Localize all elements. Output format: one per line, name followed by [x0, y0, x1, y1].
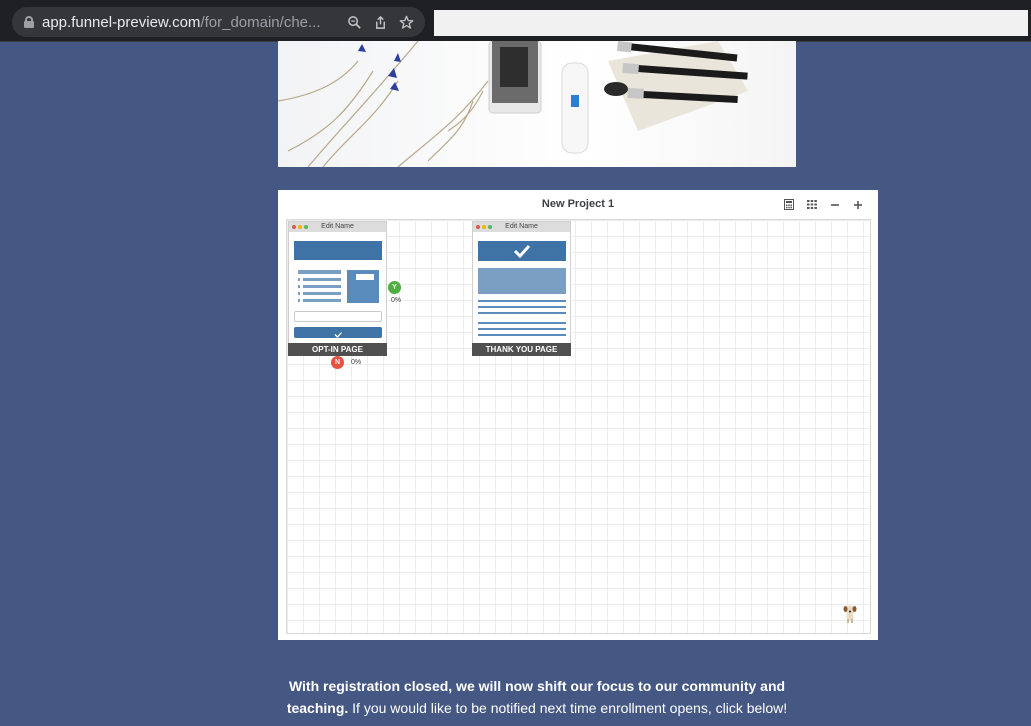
zoom-in-icon[interactable] [850, 198, 866, 211]
extensions-area [434, 10, 1028, 36]
node-header: Edit Name [473, 222, 570, 232]
url-path: /for_domain/che... [200, 13, 321, 31]
edit-name-label[interactable]: Edit Name [289, 222, 386, 232]
bookmark-star-icon[interactable] [393, 10, 419, 34]
edit-name-label[interactable]: Edit Name [473, 222, 570, 232]
funnel-node-optin[interactable]: Edit Name OPT-IN PAGE [288, 221, 387, 356]
node-label: THANK YOU PAGE [472, 343, 571, 356]
browser-toolbar: app.funnel-preview.com/for_domain/che... [0, 0, 1031, 42]
funnel-node-thank-you[interactable]: Edit Name THANK YOU PAGE [472, 221, 571, 356]
calculator-icon[interactable] [781, 198, 797, 211]
funnel-builder-panel: New Project 1 Edit Name OPT-IN PAGE Y 0%… [278, 190, 878, 640]
funnel-canvas[interactable]: Edit Name OPT-IN PAGE Y 0% N 0% Edit Nam… [286, 219, 871, 634]
url-host: app.funnel-preview.com [42, 13, 201, 31]
dog-mascot-icon[interactable] [842, 604, 858, 624]
enrollment-message-text: If you would like to be notified next ti… [348, 700, 788, 716]
address-bar[interactable]: app.funnel-preview.com/for_domain/che... [12, 7, 425, 37]
lock-icon[interactable] [24, 16, 34, 28]
node-header: Edit Name [289, 222, 386, 232]
no-path-badge[interactable]: N [331, 356, 344, 369]
yes-path-badge[interactable]: Y [388, 281, 401, 294]
yes-conversion-percent: 0% [391, 297, 402, 304]
node-label: OPT-IN PAGE [288, 343, 387, 356]
zoom-out-icon[interactable] [827, 198, 843, 211]
hero-product-image [278, 41, 796, 167]
no-conversion-percent: 0% [351, 359, 362, 366]
enrollment-message: With registration closed, we will now sh… [278, 675, 796, 719]
share-icon[interactable] [367, 10, 393, 34]
grid-icon[interactable] [804, 198, 820, 211]
builder-toolbar [781, 198, 866, 211]
zoom-icon[interactable] [341, 10, 367, 34]
